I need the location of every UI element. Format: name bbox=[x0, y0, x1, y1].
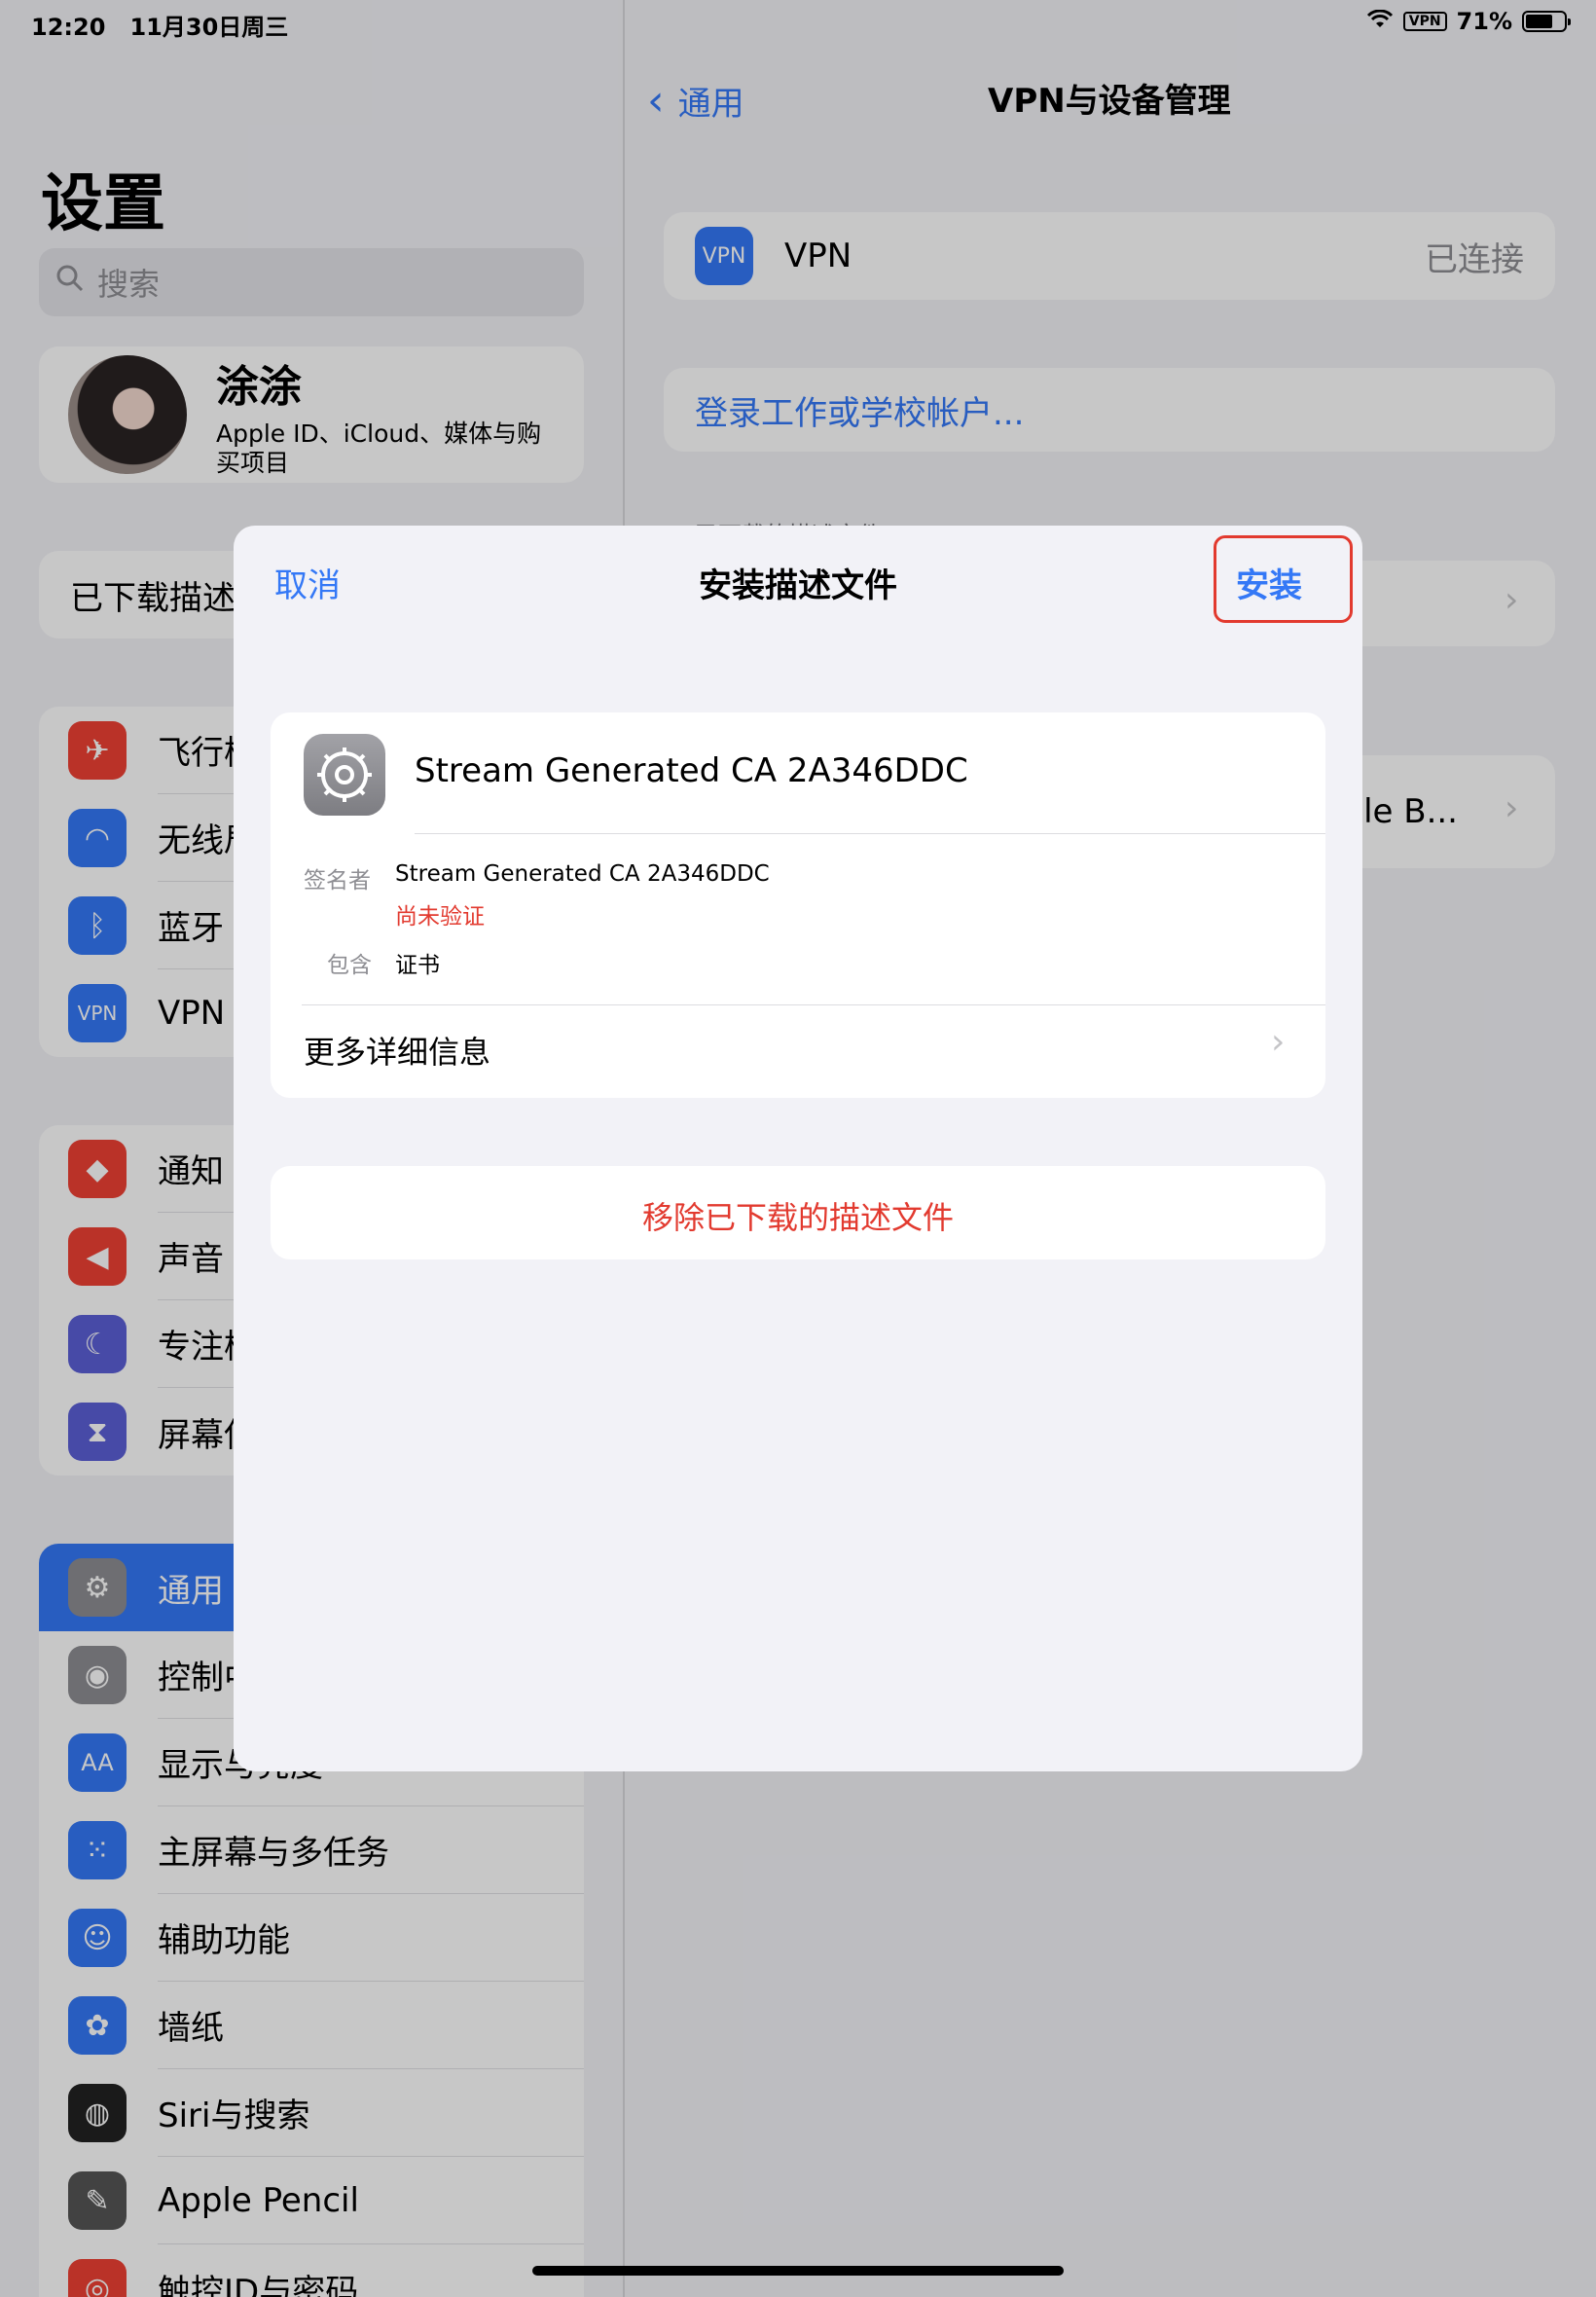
contains-value: 证书 bbox=[395, 953, 440, 978]
contains-label: 包含 bbox=[327, 953, 372, 978]
chevron-right-icon: › bbox=[1271, 1022, 1286, 1062]
home-indicator bbox=[532, 2266, 1064, 2276]
signer-label: 签名者 bbox=[304, 868, 371, 893]
remove-profile-button[interactable]: 移除已下载的描述文件 bbox=[271, 1193, 1325, 1238]
divider bbox=[415, 833, 1325, 834]
profile-name: Stream Generated CA 2A346DDC bbox=[415, 751, 968, 790]
signer-value: Stream Generated CA 2A346DDC bbox=[395, 861, 770, 887]
divider bbox=[302, 1004, 1325, 1005]
install-profile-sheet: 取消 安装描述文件 安装 Stream Generated CA 2A346DD… bbox=[234, 526, 1362, 1771]
verification-status: 尚未验证 bbox=[395, 904, 485, 930]
more-details-row[interactable]: 更多详细信息 bbox=[304, 1028, 490, 1073]
gear-icon bbox=[304, 734, 385, 816]
sheet-title: 安装描述文件 bbox=[699, 566, 897, 605]
install-button[interactable]: 安装 bbox=[1236, 559, 1302, 606]
